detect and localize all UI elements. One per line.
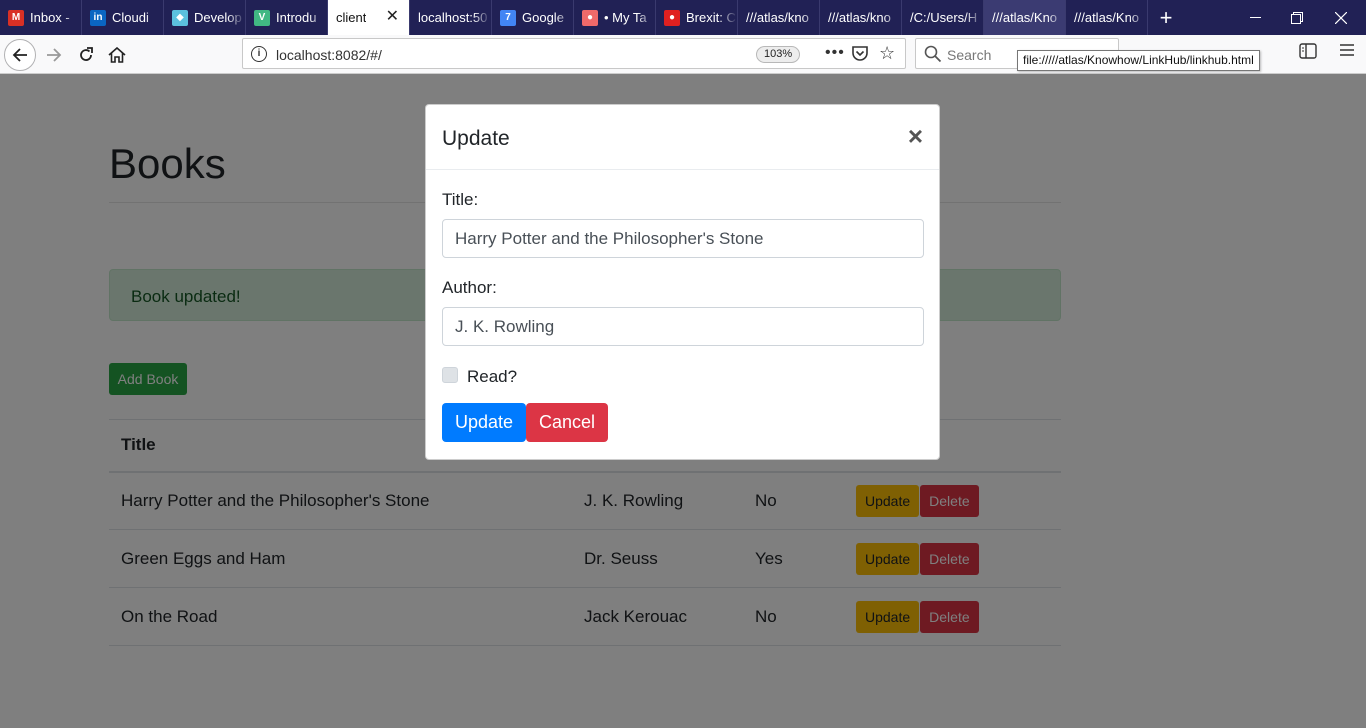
update-book-modal: Update × Title: Author: Read? Update Can…	[425, 104, 940, 460]
tab-list: M Inbox - in Cloudi ◆ Develop V Introdu client ✕ l…	[0, 0, 1148, 35]
page-actions-icon[interactable]: •••	[825, 44, 845, 62]
search-icon	[924, 45, 942, 63]
url-text[interactable]: localhost:8082/#/	[276, 47, 382, 63]
forward-arrow-icon	[47, 48, 62, 62]
tab-label: Brexit: C	[686, 10, 736, 25]
linkedin-icon: in	[90, 9, 106, 26]
cube-icon: ◆	[172, 9, 188, 26]
tab-label: Introdu	[276, 10, 317, 25]
tab-label: • My Ta	[604, 10, 647, 25]
read-checkbox-label[interactable]: Read?	[467, 367, 517, 387]
record-icon: ●	[664, 9, 680, 26]
google-calendar-icon: 7	[500, 9, 516, 26]
zoom-badge[interactable]: 103%	[756, 46, 801, 63]
tab-label: client	[336, 10, 367, 25]
forward-button[interactable]	[38, 39, 70, 71]
address-bar[interactable]: i localhost:8082/#/ 103% ••• ☆	[242, 38, 906, 69]
browser-tab[interactable]: ● • My Ta	[574, 0, 656, 35]
browser-tab[interactable]: ◆ Develop	[164, 0, 246, 35]
browser-tab[interactable]: ///atlas/kno	[738, 0, 820, 35]
title-field-label: Title:	[442, 190, 479, 209]
browser-tab[interactable]: ///atlas/Kno	[984, 0, 1066, 35]
browser-tab[interactable]: ///atlas/kno	[820, 0, 902, 35]
author-field-label: Author:	[442, 278, 497, 297]
modal-close-icon[interactable]: ×	[908, 123, 923, 149]
browser-tab[interactable]: localhost:50	[410, 0, 492, 35]
reload-icon	[80, 47, 93, 61]
browser-tab[interactable]: ///atlas/Kno	[1066, 0, 1148, 35]
back-arrow-icon	[12, 48, 27, 62]
tab-label: Inbox -	[30, 10, 70, 25]
close-window-icon[interactable]	[1316, 0, 1366, 35]
home-icon	[108, 47, 126, 63]
asana-icon: ●	[582, 9, 598, 26]
home-button[interactable]	[101, 39, 133, 71]
bookmark-star-icon[interactable]: ☆	[879, 43, 895, 64]
modal-cancel-button[interactable]: Cancel	[526, 403, 609, 442]
tab-label: Develop	[194, 10, 242, 25]
browser-tab[interactable]: V Introdu	[246, 0, 328, 35]
tab-label: ///atlas/kno	[746, 10, 809, 25]
modal-update-button[interactable]: Update	[442, 403, 527, 442]
browser-tab[interactable]: ● Brexit: C	[656, 0, 738, 35]
tab-label: Google	[522, 10, 564, 25]
browser-tab[interactable]: M Inbox -	[0, 0, 82, 35]
pocket-icon[interactable]	[851, 45, 869, 67]
restore-icon[interactable]	[1272, 0, 1322, 35]
site-info-icon[interactable]: i	[251, 46, 267, 62]
vue-icon: V	[254, 9, 270, 26]
reload-button[interactable]	[70, 39, 102, 71]
author-input[interactable]	[442, 307, 924, 346]
search-placeholder: Search	[947, 47, 992, 63]
tab-label: ///atlas/kno	[828, 10, 891, 25]
tab-label: ///atlas/Kno	[992, 10, 1058, 25]
tab-label: localhost:50	[418, 10, 488, 25]
tab-label: /C:/Users/H	[910, 10, 978, 25]
new-tab-button[interactable]: +	[1148, 0, 1184, 35]
browser-tab[interactable]: client ✕	[328, 0, 410, 35]
browser-tab[interactable]: /C:/Users/H	[902, 0, 984, 35]
browser-tab[interactable]: 7 Google	[492, 0, 574, 35]
close-tab-icon[interactable]: ✕	[386, 9, 399, 25]
gmail-icon: M	[8, 9, 24, 26]
back-button[interactable]	[4, 39, 36, 71]
tab-strip: M Inbox - in Cloudi ◆ Develop V Introdu client ✕ l…	[0, 0, 1366, 35]
tab-label: ///atlas/Kno	[1074, 10, 1140, 25]
title-input[interactable]	[442, 219, 924, 258]
menu-icon[interactable]	[1339, 43, 1355, 62]
read-checkbox[interactable]	[442, 367, 458, 383]
tab-label: Cloudi	[112, 10, 149, 25]
link-tooltip: file://///atlas/Knowhow/LinkHub/linkhub.…	[1017, 50, 1260, 71]
modal-title: Update	[442, 127, 510, 150]
browser-tab[interactable]: in Cloudi	[82, 0, 164, 35]
modal-header: Update ×	[426, 105, 939, 170]
sidebar-icon[interactable]	[1299, 43, 1317, 64]
